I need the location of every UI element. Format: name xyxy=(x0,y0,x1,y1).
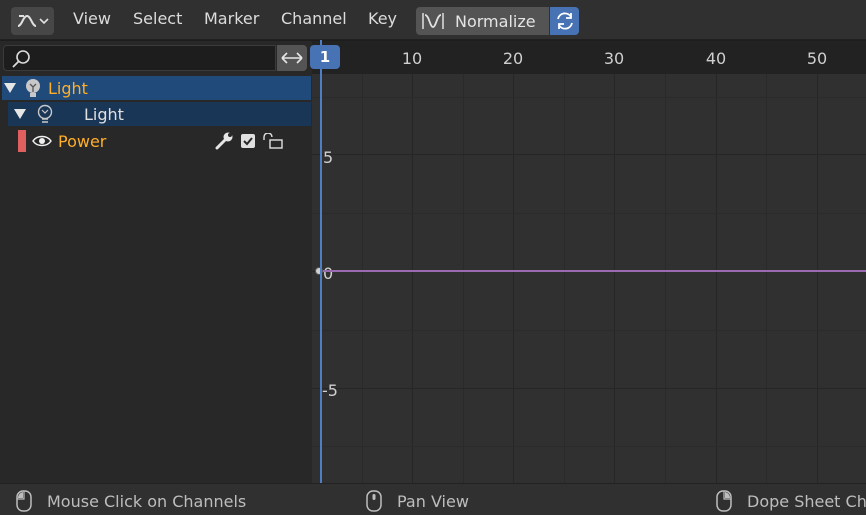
data-name-label: Light xyxy=(84,104,124,124)
mouse-left-click-icon xyxy=(16,490,32,512)
checkbox-checked-icon[interactable] xyxy=(240,133,256,149)
grid-line xyxy=(716,74,717,483)
status-text: Mouse Click on Channels xyxy=(47,491,247,511)
frame-label: 40 xyxy=(705,49,727,68)
status-hint-left-click: Mouse Click on Channels xyxy=(15,490,246,512)
menu-marker[interactable]: Marker xyxy=(204,9,259,28)
status-text: Pan View xyxy=(397,491,469,511)
search-icon xyxy=(12,50,30,68)
y-axis-label: 0 xyxy=(323,264,334,283)
channel-search-field[interactable] xyxy=(3,45,276,71)
graph-area[interactable] xyxy=(312,74,866,483)
graph-editor-icon xyxy=(17,14,37,27)
frame-label: 20 xyxy=(502,49,524,68)
grid-line xyxy=(513,74,514,483)
search-input[interactable] xyxy=(34,48,272,68)
fcurve-name-label: Power xyxy=(58,131,107,151)
object-name-label: Light xyxy=(48,78,88,98)
frame-label: 50 xyxy=(806,49,828,68)
normalize-label: Normalize xyxy=(455,11,536,31)
grid-line xyxy=(312,154,866,155)
status-text: Dope Sheet Ch xyxy=(747,491,866,511)
grid-line xyxy=(817,74,818,483)
grid-line xyxy=(312,213,866,214)
fcurve-line[interactable] xyxy=(321,270,866,272)
status-hint-right-click: Dope Sheet Ch xyxy=(715,490,866,512)
grid-line xyxy=(614,74,615,483)
grid-line xyxy=(312,97,866,98)
refresh-icon xyxy=(556,12,573,30)
grid-line xyxy=(362,74,363,483)
grid-line xyxy=(312,446,866,447)
auto-normalize-toggle[interactable] xyxy=(550,7,579,35)
horizontal-arrows-icon xyxy=(281,52,303,64)
mouse-right-click-icon xyxy=(716,490,732,512)
graph-editor-header: View Select Marker Channel Key Normalize xyxy=(0,0,866,40)
editor-type-selector[interactable] xyxy=(11,7,54,35)
normalize-icon xyxy=(422,13,444,29)
light-bulb-outline-icon xyxy=(37,104,53,123)
frame-label: 30 xyxy=(603,49,625,68)
grid-line xyxy=(766,74,767,483)
channel-row-data[interactable]: Light xyxy=(8,102,311,126)
grid-line xyxy=(312,388,866,389)
light-bulb-icon xyxy=(26,79,40,97)
menu-select[interactable]: Select xyxy=(133,9,182,28)
grid-line xyxy=(665,74,666,483)
current-frame-indicator[interactable]: 1 xyxy=(310,45,340,69)
menu-key[interactable]: Key xyxy=(368,9,397,28)
channel-row-object[interactable]: Light xyxy=(2,76,311,100)
swap-filter-button[interactable] xyxy=(277,45,307,71)
grid-line xyxy=(463,74,464,483)
channel-row-fcurve[interactable]: Power xyxy=(18,129,312,153)
status-bar: Mouse Click on Channels Pan View Dope Sh… xyxy=(0,483,866,515)
fcurve-color-swatch[interactable] xyxy=(18,130,26,152)
wrench-icon[interactable] xyxy=(214,132,234,150)
eye-icon[interactable] xyxy=(32,134,52,148)
unlocked-icon[interactable] xyxy=(262,133,284,149)
playhead-line[interactable] xyxy=(320,40,322,483)
channel-list-panel: Light Light Power xyxy=(0,41,312,483)
y-axis-label: 5 xyxy=(323,148,334,167)
grid-line xyxy=(412,74,413,483)
menu-channel[interactable]: Channel xyxy=(281,9,347,28)
expand-triangle-icon[interactable] xyxy=(14,109,26,119)
normalize-button[interactable]: Normalize xyxy=(416,7,549,35)
status-hint-middle-click: Pan View xyxy=(365,490,469,512)
menu-view[interactable]: View xyxy=(73,9,111,28)
grid-line xyxy=(312,330,866,331)
frame-label: 10 xyxy=(401,49,423,68)
y-axis-label: -5 xyxy=(322,381,338,400)
mouse-middle-click-icon xyxy=(366,490,382,512)
frame-ruler[interactable]: 10 20 30 40 50 xyxy=(312,41,866,74)
grid-line xyxy=(564,74,565,483)
expand-triangle-icon[interactable] xyxy=(4,83,16,93)
chevron-down-icon xyxy=(39,18,49,25)
